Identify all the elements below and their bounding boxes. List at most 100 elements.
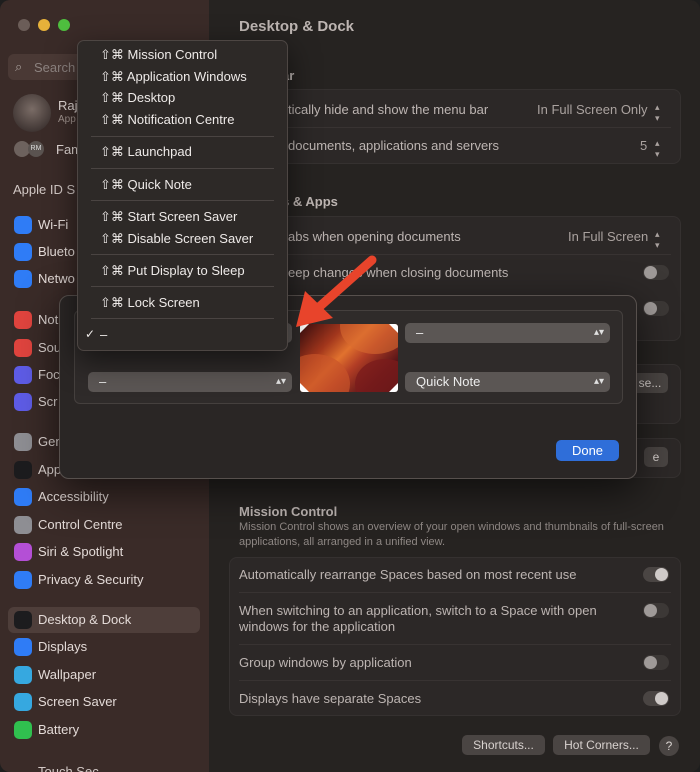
chevron-updown-icon: ▴▾: [655, 102, 660, 123]
menu-item[interactable]: ⇧⌘ Quick Note: [100, 177, 192, 193]
group-windows-toggle[interactable]: [643, 655, 669, 670]
sidebar-item-label: Desktop & Dock: [38, 612, 132, 627]
browser-select[interactable]: e: [644, 447, 668, 467]
sidebar-item-label: Scr: [38, 394, 58, 409]
row-divider: [239, 127, 671, 128]
menu-item[interactable]: ⇧⌘ Notification Centre: [100, 112, 234, 128]
focus-icon: [14, 366, 32, 384]
zoom-window-button[interactable]: [58, 19, 70, 31]
menu-item[interactable]: ⇧⌘ Desktop: [100, 90, 175, 106]
sidebar-item-label: Control Centre: [38, 517, 123, 532]
menu-separator: [91, 200, 274, 201]
wallpaper-icon: [14, 666, 32, 684]
sidebar-item-label: Displays: [38, 639, 88, 654]
sidebar-item-label: Sou: [38, 340, 62, 355]
chevron-updown-icon: ▴▾: [593, 327, 604, 338]
chevron-updown-icon: ▴▾: [593, 376, 604, 387]
displays-icon: [14, 638, 32, 656]
prefer-tabs-label: abs when opening documents: [288, 229, 461, 244]
siri-icon: [14, 543, 32, 561]
sidebar-item-privacy-security[interactable]: Privacy & Security: [8, 567, 200, 593]
switch-space-label: When switching to an application, switch…: [239, 603, 597, 634]
battery-icon: [14, 721, 32, 739]
avatar[interactable]: [13, 94, 51, 132]
sidebar-item-label: Wi-Fi: [38, 217, 69, 232]
corner-marker: [300, 324, 309, 333]
ask-keep-changes-toggle[interactable]: [643, 265, 669, 280]
switch-space-toggle[interactable]: [643, 603, 669, 618]
menu-separator: [91, 318, 274, 319]
menu-item[interactable]: ⇧⌘ Disable Screen Saver: [100, 231, 253, 247]
customize-button[interactable]: se...: [632, 373, 668, 393]
prefer-tabs-select[interactable]: In Full Screen: [568, 229, 648, 244]
sidebar-item-control-centre[interactable]: Control Centre: [8, 512, 200, 538]
system-settings-window: ⌕ Search Raj App RM Fam Apple ID S Wi-Fi…: [0, 0, 700, 772]
top-right-corner-value: –: [416, 325, 424, 340]
row-divider: [239, 680, 671, 681]
search-icon: ⌕: [15, 59, 23, 74]
bottom-right-corner-value: Quick Note: [416, 374, 481, 389]
sidebar-item-wallpaper[interactable]: Wallpaper: [8, 662, 200, 688]
sidebar-item-accessibility[interactable]: Accessibility: [8, 484, 200, 510]
separate-spaces-toggle[interactable]: [643, 691, 669, 706]
search-placeholder: Search: [34, 60, 76, 75]
desktop-preview-image: [300, 324, 398, 392]
menu-item[interactable]: ⇧⌘ Application Windows: [100, 69, 247, 85]
menu-separator: [91, 136, 274, 137]
menu-item[interactable]: –: [100, 327, 107, 342]
sidebar-item-touch-id[interactable]: Touch Sec: [38, 764, 99, 772]
corner-marker: [300, 383, 309, 392]
corner-marker: [389, 383, 398, 392]
menu-item[interactable]: ⇧⌘ Put Display to Sleep: [100, 263, 245, 279]
apple-id-suggestions-header[interactable]: Apple ID S: [13, 182, 75, 197]
user-subtitle: App: [58, 114, 76, 125]
menu-separator: [91, 286, 274, 287]
privacy-hand-icon: [14, 571, 32, 589]
sidebar-item-desktop-dock[interactable]: Desktop & Dock: [8, 607, 200, 633]
sound-icon: [14, 339, 32, 357]
control-centre-icon: [14, 516, 32, 534]
row-divider: [239, 644, 671, 645]
auto-rearrange-spaces-label: Automatically rearrange Spaces based on …: [239, 567, 577, 582]
shortcuts-button[interactable]: Shortcuts...: [462, 735, 545, 755]
sidebar-item-label: Siri & Spotlight: [38, 544, 124, 559]
auto-rearrange-spaces-toggle[interactable]: [643, 567, 669, 582]
done-button[interactable]: Done: [556, 440, 619, 461]
sidebar-item-label: Not: [38, 312, 59, 327]
close-window-button[interactable]: [18, 19, 30, 31]
general-icon: [14, 433, 32, 451]
menu-item[interactable]: ⇧⌘ Launchpad: [100, 144, 192, 160]
corner-marker: [389, 324, 398, 333]
user-name[interactable]: Raj: [58, 98, 78, 113]
sidebar-item-label: Netwo: [38, 271, 75, 286]
sidebar-item-siri-spotlight[interactable]: Siri & Spotlight: [8, 539, 200, 565]
top-right-corner-popup[interactable]: – ▴▾: [405, 323, 610, 343]
recent-items-select[interactable]: 5: [640, 138, 647, 153]
menu-separator: [91, 254, 274, 255]
menu-item[interactable]: ⇧⌘ Lock Screen: [100, 295, 200, 311]
desktop-dock-icon: [14, 611, 32, 629]
sidebar-item-screen-saver[interactable]: Screen Saver: [8, 689, 200, 715]
sidebar-item-displays[interactable]: Displays: [8, 634, 200, 660]
bottom-left-corner-popup[interactable]: – ▴▾: [88, 372, 292, 392]
sidebar-item-label: Privacy & Security: [38, 572, 144, 587]
checkmark-icon: ✓: [85, 327, 96, 341]
auto-hide-menu-bar-label: tically hide and show the menu bar: [288, 102, 489, 117]
minimize-window-button[interactable]: [38, 19, 50, 31]
ask-keep-changes-label: eep changes when closing documents: [288, 265, 509, 280]
sidebar-item-battery[interactable]: Battery: [8, 717, 200, 743]
menu-item[interactable]: ⇧⌘ Start Screen Saver: [100, 209, 237, 225]
help-button[interactable]: ?: [659, 736, 679, 756]
hot-corners-button[interactable]: Hot Corners...: [553, 735, 650, 755]
bottom-right-corner-popup[interactable]: Quick Note ▴▾: [405, 372, 610, 392]
auto-hide-menu-bar-select[interactable]: In Full Screen Only: [537, 102, 648, 117]
mission-control-description: Mission Control shows an overview of you…: [239, 521, 664, 548]
chevron-updown-icon: ▴▾: [655, 229, 660, 250]
close-windows-toggle[interactable]: [643, 301, 669, 316]
wifi-icon: [14, 216, 32, 234]
menu-item[interactable]: ⇧⌘ Mission Control: [100, 47, 217, 63]
appearance-icon: [14, 461, 32, 479]
row-divider: [239, 254, 671, 255]
separate-spaces-label: Displays have separate Spaces: [239, 691, 422, 706]
row-divider: [239, 592, 671, 593]
